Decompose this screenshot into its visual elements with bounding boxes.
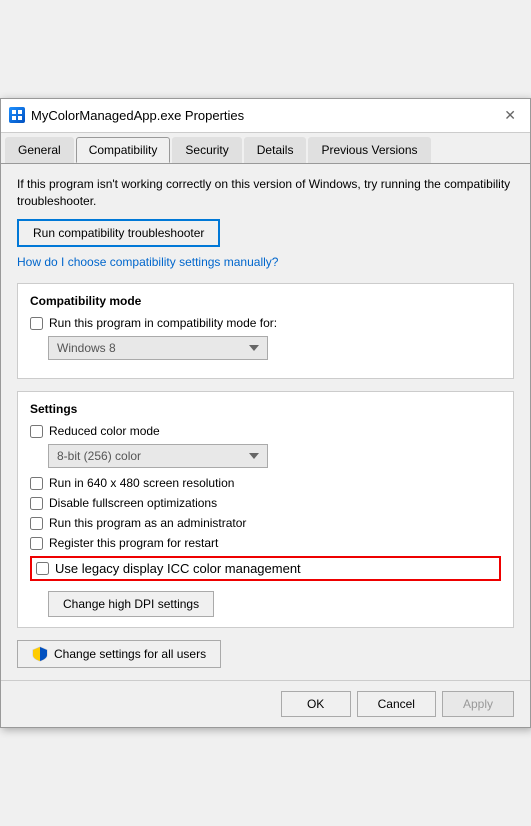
tab-content: If this program isn't working correctly … (1, 164, 530, 681)
app-icon (9, 107, 25, 123)
tab-general[interactable]: General (5, 137, 74, 163)
compat-mode-checkbox-row: Run this program in compatibility mode f… (30, 316, 501, 330)
footer: OK Cancel Apply (1, 680, 530, 727)
fullscreen-checkbox[interactable] (30, 497, 43, 510)
compat-mode-section: Compatibility mode Run this program in c… (17, 283, 514, 379)
title-bar: MyColorManagedApp.exe Properties ✕ (1, 99, 530, 133)
tab-security[interactable]: Security (172, 137, 241, 163)
dpi-settings-button[interactable]: Change high DPI settings (48, 591, 214, 617)
resolution-checkbox[interactable] (30, 477, 43, 490)
restart-checkbox[interactable] (30, 537, 43, 550)
icc-checkbox[interactable] (36, 562, 49, 575)
info-text: If this program isn't working correctly … (17, 176, 514, 210)
restart-row: Register this program for restart (30, 536, 501, 550)
cancel-button[interactable]: Cancel (357, 691, 436, 717)
compat-mode-label: Compatibility mode (30, 294, 501, 308)
tab-previous-versions[interactable]: Previous Versions (308, 137, 430, 163)
settings-label: Settings (30, 402, 501, 416)
compat-mode-checkbox[interactable] (30, 317, 43, 330)
icc-label: Use legacy display ICC color management (55, 561, 301, 576)
ok-button[interactable]: OK (281, 691, 351, 717)
compat-mode-checkbox-label: Run this program in compatibility mode f… (49, 316, 277, 330)
resolution-row: Run in 640 x 480 screen resolution (30, 476, 501, 490)
all-users-button[interactable]: Change settings for all users (17, 640, 221, 668)
admin-row: Run this program as an administrator (30, 516, 501, 530)
tab-details[interactable]: Details (244, 137, 307, 163)
help-link[interactable]: How do I choose compatibility settings m… (17, 255, 514, 269)
admin-label: Run this program as an administrator (49, 516, 246, 530)
reduced-color-row: Reduced color mode (30, 424, 501, 438)
apply-button[interactable]: Apply (442, 691, 514, 717)
color-dropdown[interactable]: 8-bit (256) color 16-bit color (48, 444, 268, 468)
troubleshoot-button[interactable]: Run compatibility troubleshooter (17, 219, 220, 247)
close-button[interactable]: ✕ (498, 105, 522, 126)
window-title: MyColorManagedApp.exe Properties (31, 108, 244, 123)
tab-compatibility[interactable]: Compatibility (76, 137, 171, 163)
fullscreen-label: Disable fullscreen optimizations (49, 496, 217, 510)
restart-label: Register this program for restart (49, 536, 218, 550)
reduced-color-label: Reduced color mode (49, 424, 160, 438)
reduced-color-checkbox[interactable] (30, 425, 43, 438)
shield-icon (32, 646, 48, 662)
compat-mode-dropdown[interactable]: Windows 8 Windows 7 Windows Vista Window… (48, 336, 268, 360)
tab-bar: General Compatibility Security Details P… (1, 133, 530, 164)
icc-row: Use legacy display ICC color management (30, 556, 501, 581)
fullscreen-row: Disable fullscreen optimizations (30, 496, 501, 510)
resolution-label: Run in 640 x 480 screen resolution (49, 476, 234, 490)
properties-window: MyColorManagedApp.exe Properties ✕ Gener… (0, 98, 531, 729)
title-bar-left: MyColorManagedApp.exe Properties (9, 107, 244, 123)
admin-checkbox[interactable] (30, 517, 43, 530)
settings-section: Settings Reduced color mode 8-bit (256) … (17, 391, 514, 628)
all-users-label: Change settings for all users (54, 647, 206, 661)
